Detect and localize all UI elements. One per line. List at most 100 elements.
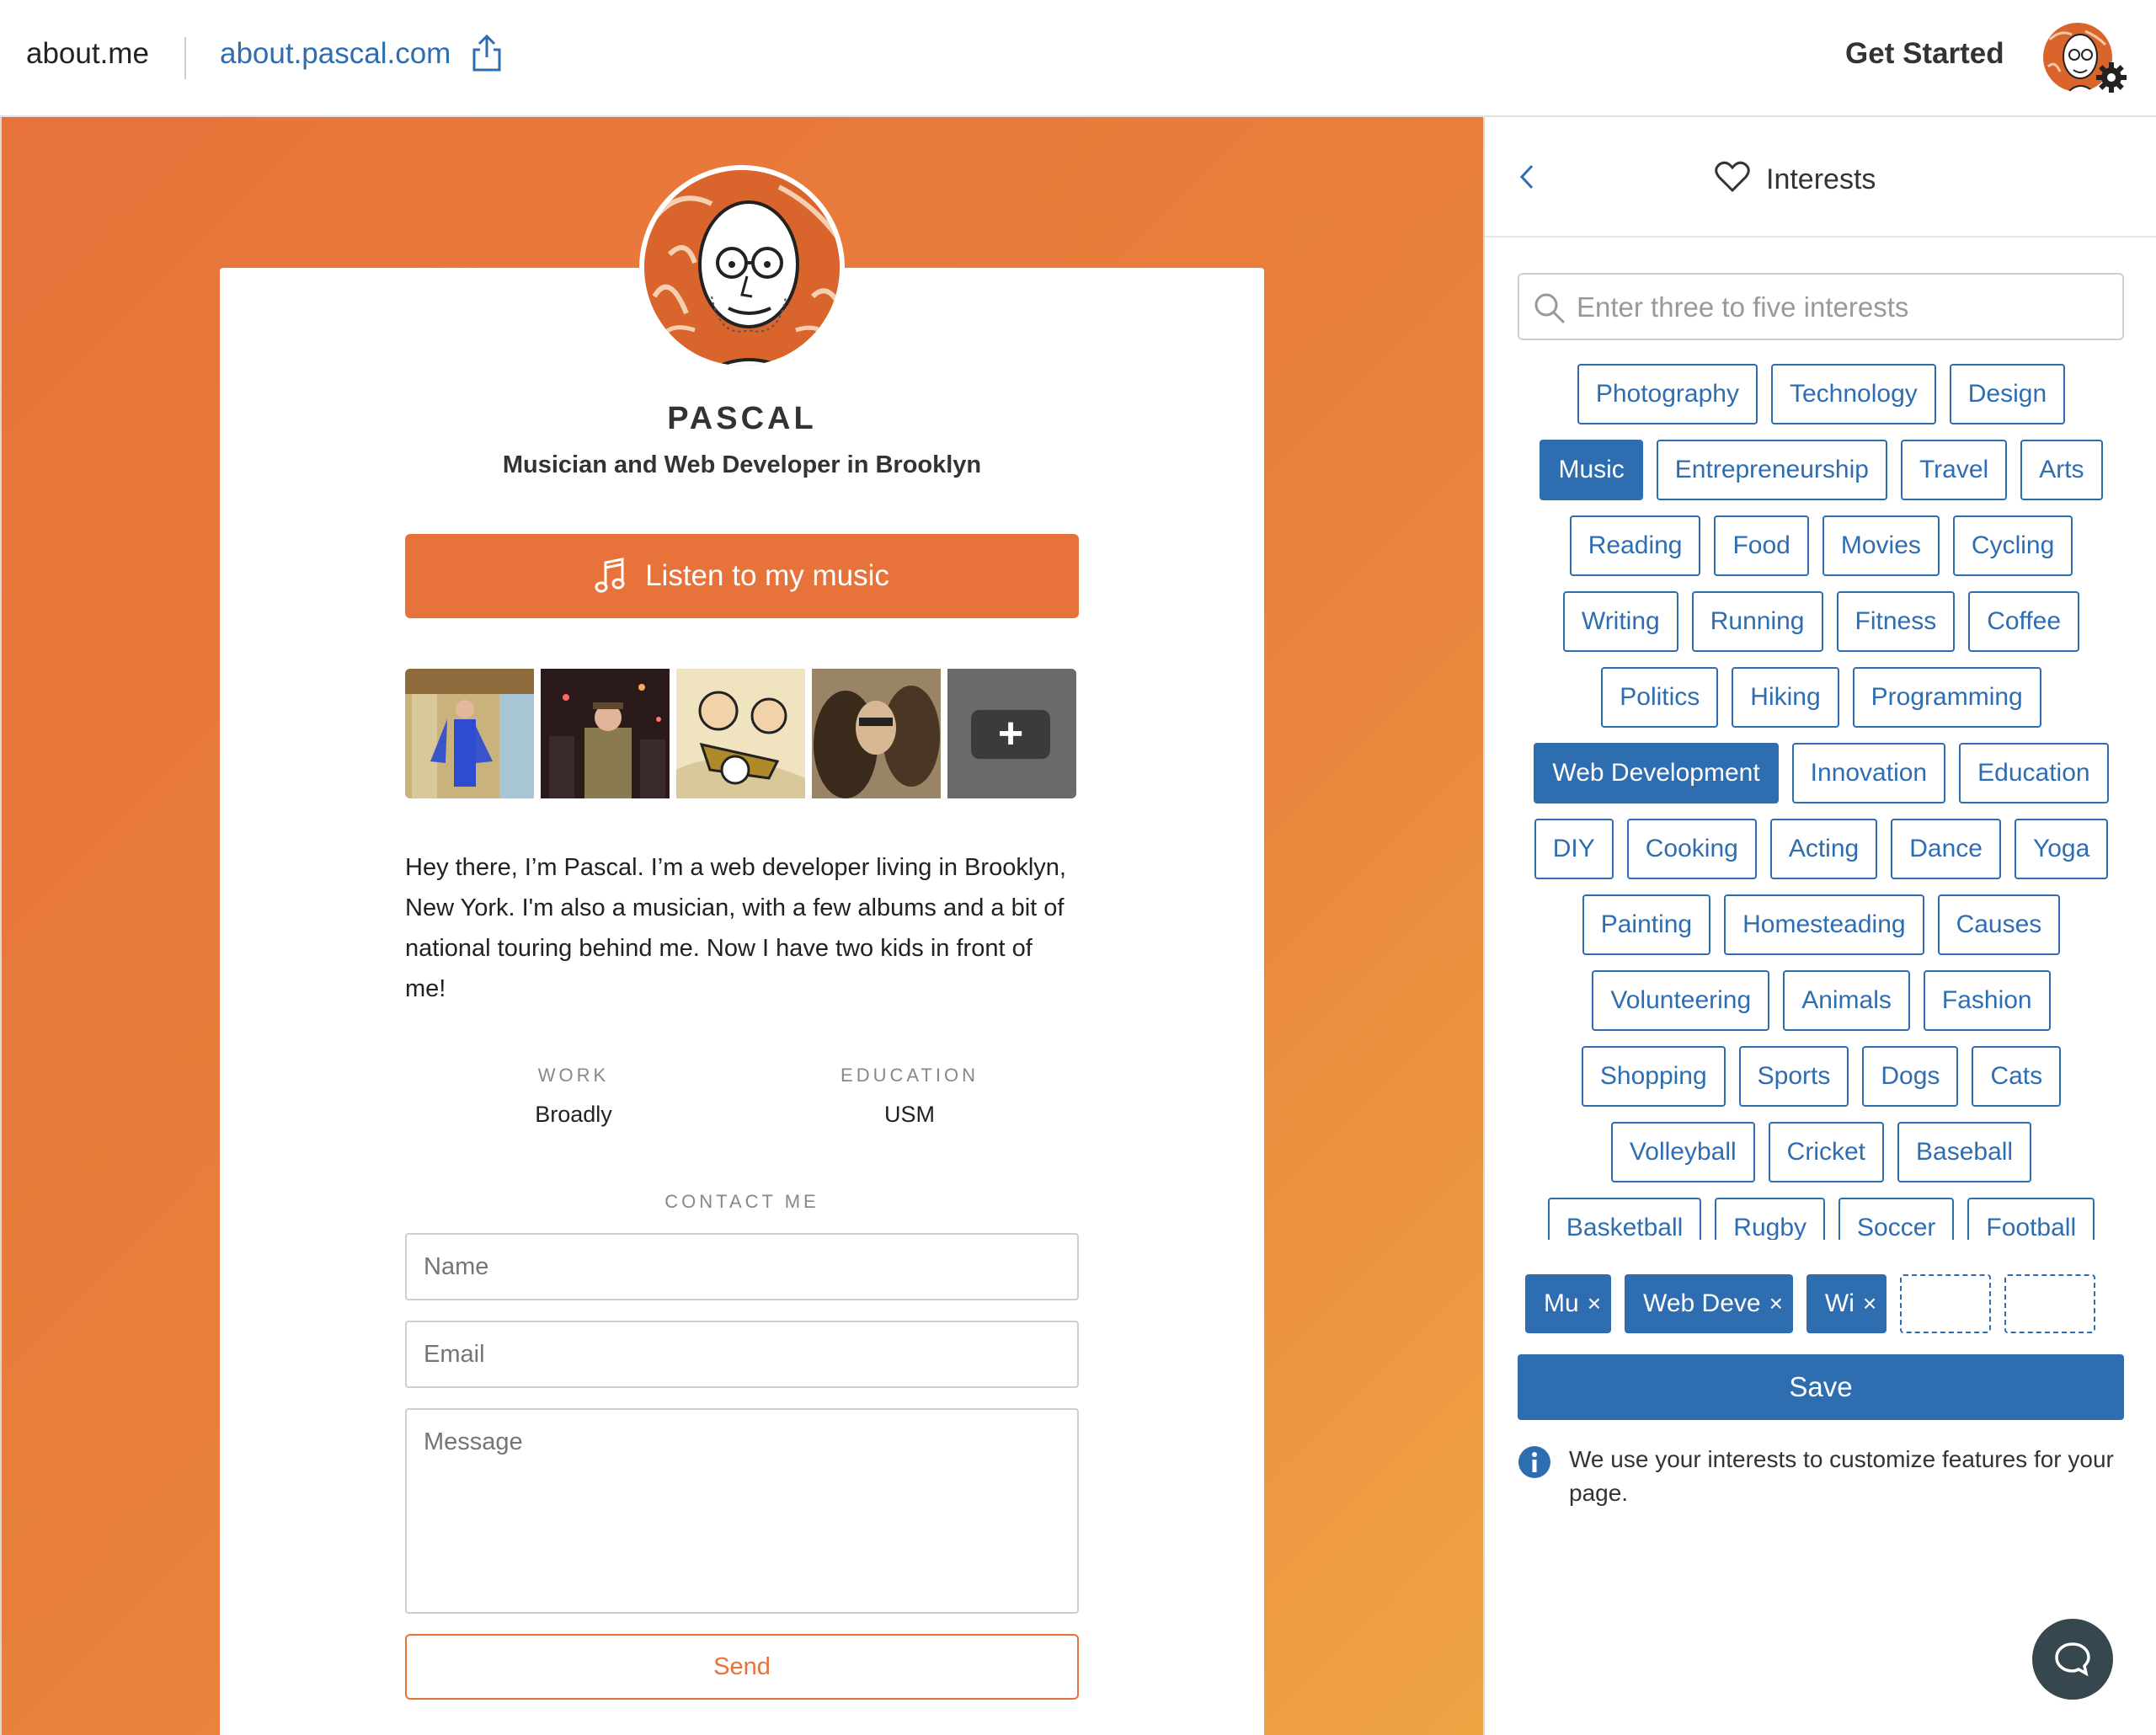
interest-tag[interactable]: Baseball: [1897, 1122, 2032, 1182]
interest-tag[interactable]: Fashion: [1923, 970, 2051, 1031]
interest-tag[interactable]: Acting: [1769, 819, 1878, 879]
brand-logo[interactable]: about.me: [26, 37, 149, 71]
back-icon[interactable]: [1517, 163, 1537, 191]
interest-tag-row: Music Entrepreneurship Travel Arts: [1540, 440, 2103, 500]
interests-panel: Interests PhotographyTechnologyDesign Mus…: [1483, 117, 2156, 1735]
interest-tag[interactable]: Yoga: [2014, 819, 2109, 879]
interest-tag[interactable]: Volunteering: [1592, 970, 1770, 1031]
profile-bio: Hey there, I’m Pascal. I’m a web develop…: [405, 854, 1066, 1002]
interest-tag[interactable]: Education: [1959, 743, 2109, 803]
search-icon: [1534, 293, 1566, 324]
music-note-icon: [595, 558, 625, 593]
remove-chip-icon[interactable]: ×: [1863, 1290, 1876, 1317]
chip-label: Mu: [1544, 1289, 1579, 1317]
interest-tag[interactable]: Hiking: [1732, 667, 1839, 728]
interest-tag-row: Reading Food Movies Cycling: [1569, 515, 2073, 576]
empty-interest-slot: [1900, 1274, 1992, 1333]
interest-tag[interactable]: Soccer: [1838, 1198, 1955, 1240]
top-bar: about.me about.pascal.com Get Started: [0, 0, 2156, 117]
interest-tag[interactable]: Reading: [1569, 515, 1701, 576]
interest-tag-row: Photography Technology Design: [1577, 364, 2066, 424]
interest-tag[interactable]: Cooking: [1626, 819, 1757, 879]
interest-tag[interactable]: Food: [1714, 515, 1809, 576]
interest-tag-row: Painting Homesteading Causes: [1582, 894, 2061, 955]
interest-tag[interactable]: Cats: [1972, 1046, 2062, 1107]
interest-search-input[interactable]: [1577, 285, 2107, 330]
interest-tag[interactable]: Basketball: [1547, 1198, 1702, 1240]
interest-tag[interactable]: Music: [1540, 440, 1643, 500]
interest-tag-row: Basketball Rugby Soccer Football: [1547, 1198, 2095, 1240]
interest-tag[interactable]: Football: [1967, 1198, 2095, 1240]
interest-tag[interactable]: Entrepreneurship: [1656, 440, 1887, 500]
remove-chip-icon[interactable]: ×: [1769, 1290, 1783, 1317]
contact-message-input[interactable]: [405, 1408, 1079, 1614]
interest-tag[interactable]: Painting: [1582, 894, 1711, 955]
interest-tag-row: Volleyball Cricket Baseball: [1610, 1122, 2032, 1182]
interest-tag-row: Web Development Innovation Education: [1534, 743, 2109, 803]
panel-title: Interests: [1766, 163, 1876, 195]
interest-tag[interactable]: Design: [1949, 364, 2066, 424]
add-photo-button[interactable]: +: [947, 669, 1076, 798]
selected-interest-chip[interactable]: Wi ×: [1806, 1274, 1887, 1333]
panel-header: Interests: [1485, 117, 2156, 238]
interest-tag[interactable]: Travel: [1900, 440, 2008, 500]
chip-label: Wi: [1824, 1289, 1854, 1317]
interest-tag[interactable]: Volleyball: [1610, 1122, 1755, 1182]
interest-search[interactable]: [1518, 273, 2124, 340]
selected-interest-chip[interactable]: Mu ×: [1525, 1274, 1612, 1333]
interest-tag-list[interactable]: Photography Technology Design Music Entrepre…: [1485, 357, 2156, 1240]
remove-chip-icon[interactable]: ×: [1588, 1290, 1601, 1317]
interest-tag[interactable]: Cycling: [1952, 515, 2073, 576]
selected-interest-chip[interactable]: Web Deve ×: [1625, 1274, 1793, 1333]
interest-tag[interactable]: Politics: [1601, 667, 1719, 728]
photo-thumbnail[interactable]: [676, 669, 805, 798]
interest-tag[interactable]: Cricket: [1768, 1122, 1885, 1182]
interest-tag-row: Shopping Sports Dogs Cats: [1581, 1046, 2062, 1107]
listen-music-button[interactable]: Listen to my music: [405, 534, 1079, 618]
education-label: EDUCATION: [841, 1065, 979, 1086]
interest-tag[interactable]: Homesteading: [1724, 894, 1924, 955]
get-started-link[interactable]: Get Started: [1845, 37, 2004, 71]
interest-tag[interactable]: Shopping: [1581, 1046, 1726, 1107]
interest-tag[interactable]: Web Development: [1534, 743, 1779, 803]
chat-button[interactable]: [2032, 1619, 2113, 1700]
education-value: USM: [884, 1102, 935, 1127]
interest-tag-row: DIY Cooking Acting Dance Yoga: [1534, 819, 2109, 879]
interest-tag[interactable]: Sports: [1738, 1046, 1849, 1107]
contact-email-input[interactable]: [405, 1321, 1079, 1388]
interest-tag[interactable]: Movies: [1822, 515, 1940, 576]
listen-music-label: Listen to my music: [645, 559, 889, 592]
contact-name-input[interactable]: [405, 1233, 1079, 1300]
plus-icon: +: [971, 710, 1050, 759]
interest-tag[interactable]: Arts: [2020, 440, 2103, 500]
share-icon[interactable]: [472, 34, 502, 72]
selected-interests: Mu × Web Deve × Wi ×: [1525, 1274, 2123, 1333]
interest-tag[interactable]: Dogs: [1862, 1046, 1959, 1107]
interest-tag-row: Politics Hiking Programming: [1601, 667, 2041, 728]
interest-tag[interactable]: Innovation: [1791, 743, 1946, 803]
brand-divider: [184, 37, 186, 79]
photo-thumbnail[interactable]: [812, 669, 941, 798]
info-icon: [1518, 1446, 1550, 1478]
interest-tag[interactable]: Photography: [1577, 364, 1758, 424]
site-link[interactable]: about.pascal.com: [220, 37, 451, 71]
interest-tag[interactable]: DIY: [1534, 819, 1614, 879]
info-text: We use your interests to customize featu…: [1569, 1446, 2114, 1506]
interest-tag[interactable]: Programming: [1852, 667, 2041, 728]
save-button[interactable]: Save: [1518, 1354, 2124, 1420]
interest-tag[interactable]: Coffee: [1968, 591, 2080, 652]
gear-icon[interactable]: [2095, 61, 2128, 94]
photo-thumbnail[interactable]: [541, 669, 670, 798]
interest-tag[interactable]: Writing: [1562, 591, 1678, 652]
photo-thumbnail[interactable]: [405, 669, 534, 798]
interest-tag[interactable]: Running: [1691, 591, 1823, 652]
work-label: WORK: [537, 1065, 610, 1086]
interest-tag[interactable]: Rugby: [1715, 1198, 1826, 1240]
interest-tag[interactable]: Fitness: [1836, 591, 1956, 652]
interest-tag[interactable]: Causes: [1937, 894, 2061, 955]
interest-tag[interactable]: Dance: [1891, 819, 2001, 879]
send-button[interactable]: Send: [405, 1634, 1079, 1700]
interest-tag[interactable]: Animals: [1783, 970, 1910, 1031]
interest-tag[interactable]: Technology: [1770, 364, 1936, 424]
profile-name: PASCAL: [667, 401, 817, 436]
